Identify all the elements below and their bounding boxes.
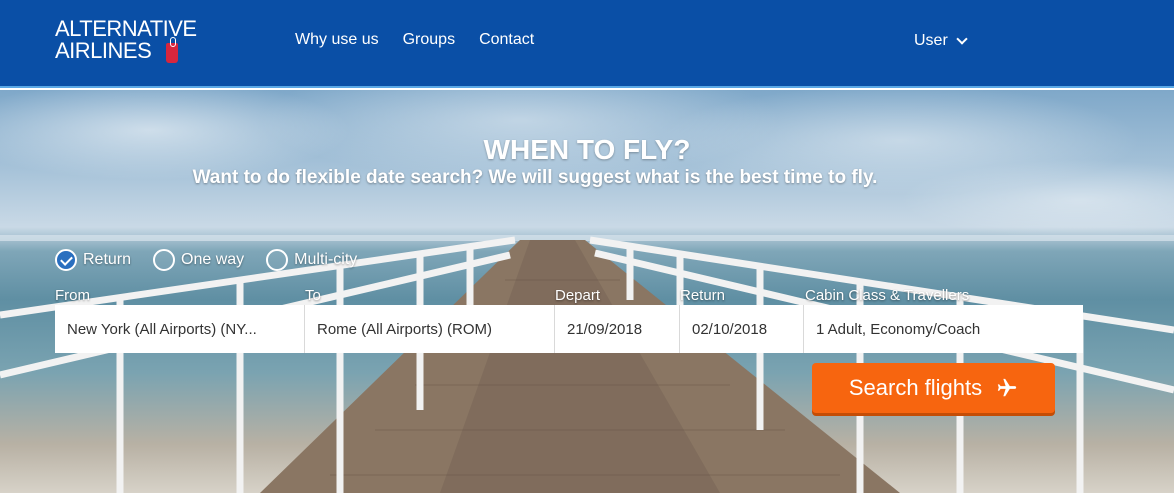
radio-unchecked-icon xyxy=(153,249,176,271)
logo[interactable]: ALTERNATIVE AIRLINES xyxy=(55,16,197,63)
user-label: User xyxy=(914,32,948,49)
depart-label: Depart xyxy=(555,287,601,304)
trip-type-return-label: Return xyxy=(83,251,132,268)
trip-type-one-way-label: One way xyxy=(181,251,245,268)
trip-type-one-way[interactable]: One way xyxy=(153,249,244,271)
trip-type-options: Return One way Multi-city xyxy=(55,249,357,271)
airplane-icon xyxy=(997,378,1017,397)
depart-date-field[interactable]: 21/09/2018 xyxy=(555,305,680,353)
to-label: To xyxy=(305,287,321,304)
hero-title: WHEN TO FLY? xyxy=(483,134,691,165)
trip-type-return[interactable]: Return xyxy=(55,249,131,271)
nav-why-use-us[interactable]: Why use us xyxy=(295,31,379,49)
cabin-label: Cabin Class & Travellers xyxy=(805,287,970,304)
from-field[interactable]: New York (All Airports) (NY... xyxy=(55,305,305,353)
from-label: From xyxy=(55,287,90,304)
trip-type-multi-city-label: Multi-city xyxy=(294,251,358,268)
main-nav: Why use us Groups Contact xyxy=(295,31,534,49)
hero-subtitle: Want to do flexible date search? We will… xyxy=(192,167,878,188)
return-label: Return xyxy=(680,287,726,304)
radio-checked-icon xyxy=(55,249,77,271)
search-fields: New York (All Airports) (NY... Rome (All… xyxy=(55,305,1083,353)
nav-groups[interactable]: Groups xyxy=(403,31,455,49)
luggage-tag-icon xyxy=(166,37,178,63)
search-flights-button[interactable]: Search flights xyxy=(812,363,1055,413)
top-header: ALTERNATIVE AIRLINES Why use us Groups C… xyxy=(0,0,1174,88)
chevron-down-icon xyxy=(956,32,968,45)
nav-contact[interactable]: Contact xyxy=(479,31,534,49)
hero-banner: WHEN TO FLY? Want to do flexible date se… xyxy=(0,90,1174,493)
logo-text-line1: ALTERNATIVE xyxy=(55,16,197,41)
radio-unchecked-icon xyxy=(266,249,289,271)
search-flights-label: Search flights xyxy=(848,375,983,400)
user-menu[interactable]: User xyxy=(914,32,968,50)
cabin-travellers-field[interactable]: 1 Adult, Economy/Coach xyxy=(804,305,1083,353)
trip-type-multi-city[interactable]: Multi-city xyxy=(266,249,357,271)
to-field[interactable]: Rome (All Airports) (ROM) xyxy=(305,305,555,353)
return-date-field[interactable]: 02/10/2018 xyxy=(680,305,804,353)
